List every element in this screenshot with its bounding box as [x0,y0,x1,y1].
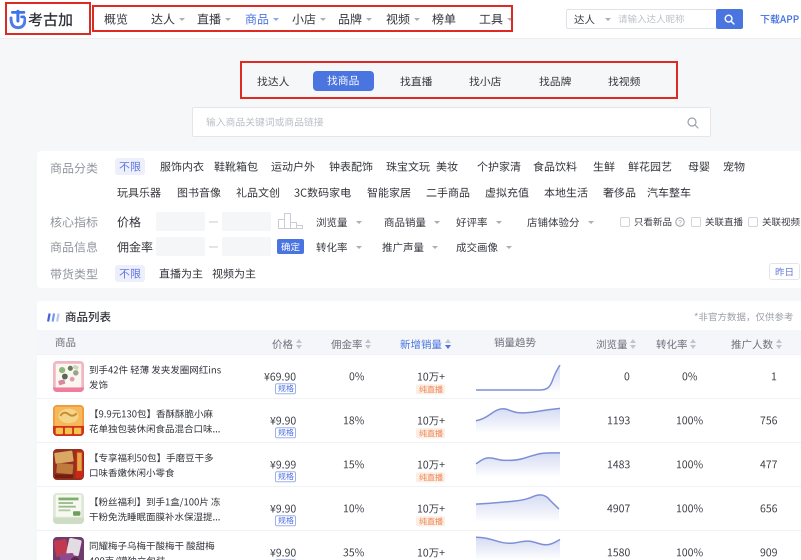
svg-text:?: ? [678,219,682,226]
